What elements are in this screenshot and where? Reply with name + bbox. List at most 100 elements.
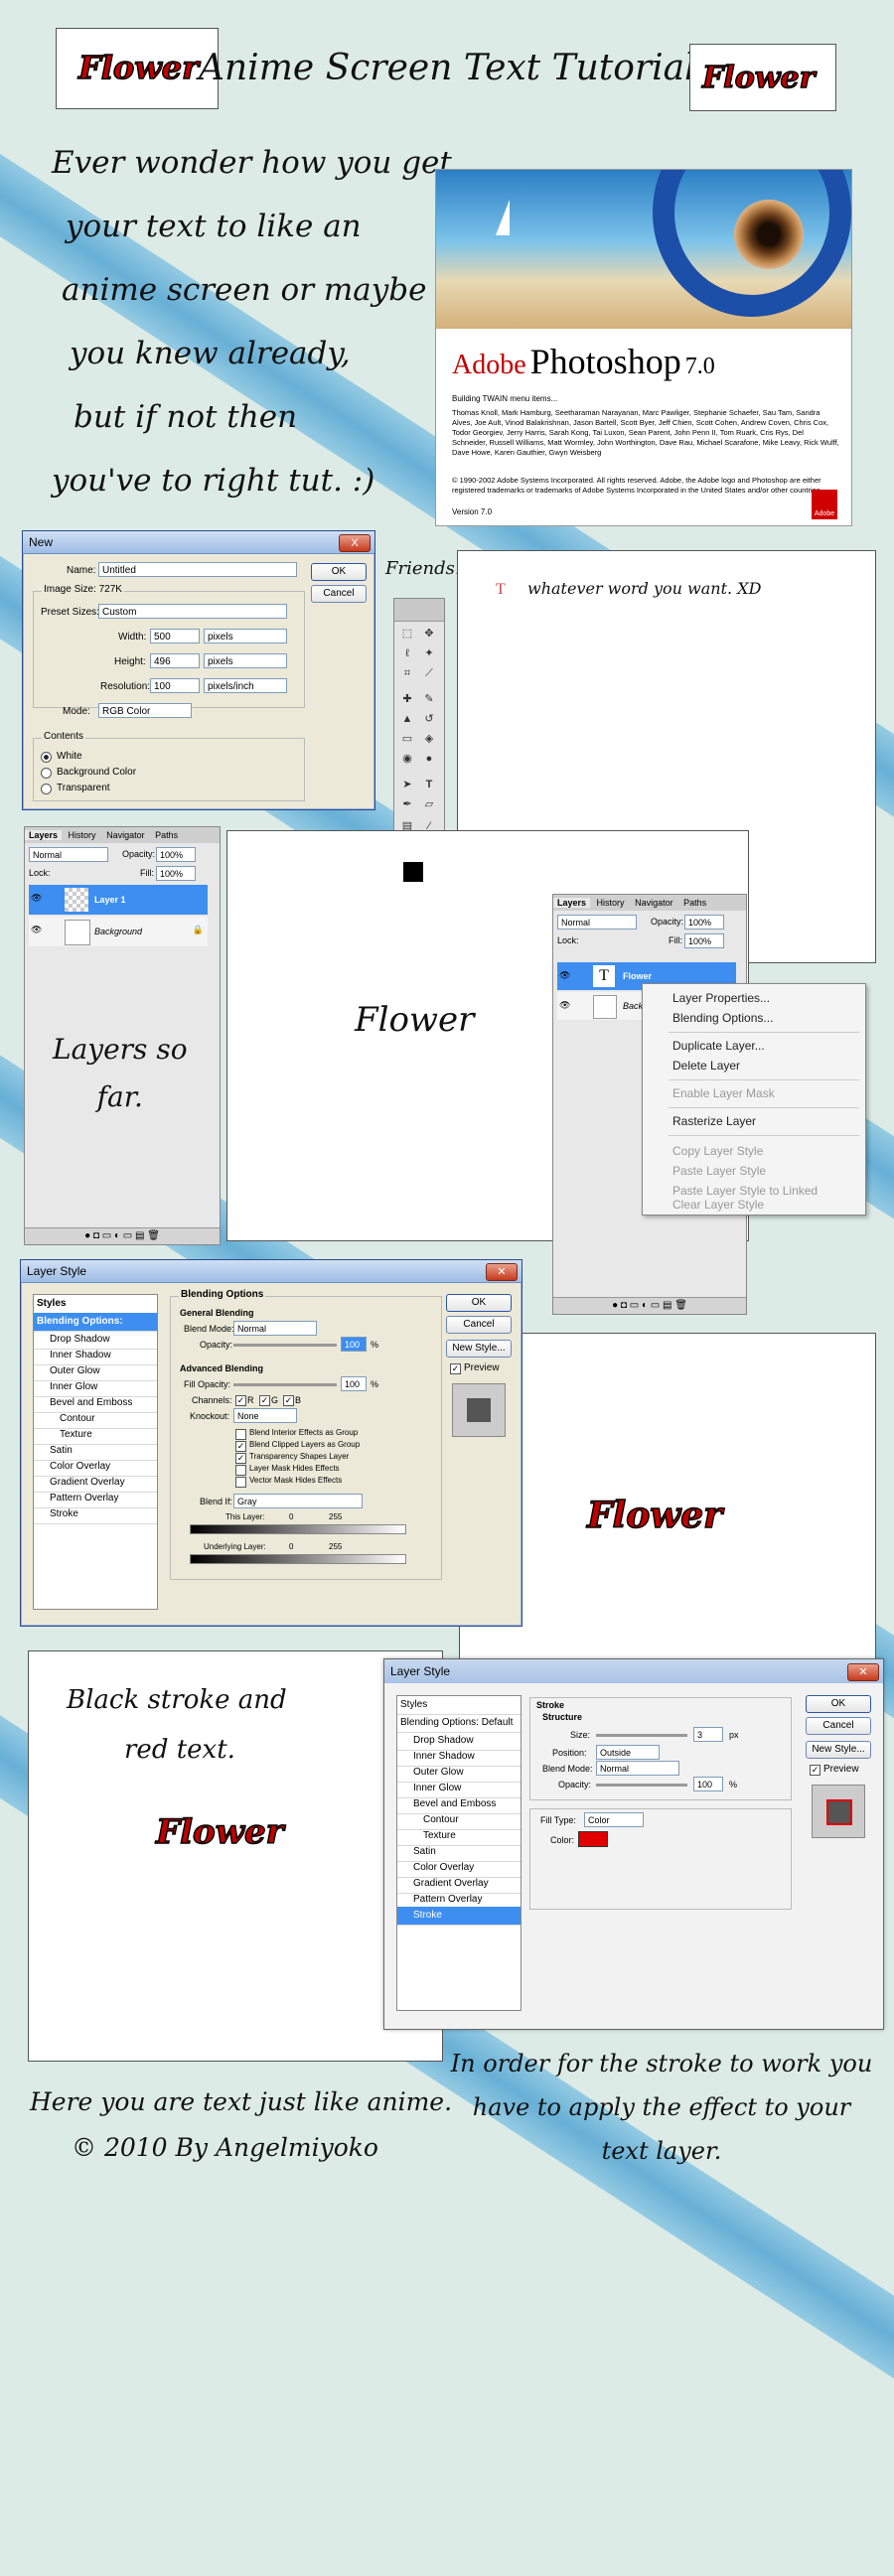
- this-layer-gradient[interactable]: [190, 1524, 406, 1534]
- layer-row[interactable]: 👁 Background 🔒: [29, 917, 208, 946]
- opacity-field[interactable]: 100: [341, 1337, 367, 1352]
- stamp-tool-icon[interactable]: ▲: [400, 712, 414, 726]
- layer-row-selected[interactable]: 👁 Layer 1: [29, 885, 208, 915]
- channel-g-checkbox[interactable]: ✓: [259, 1395, 270, 1406]
- blend-mode-select[interactable]: Normal: [29, 847, 108, 862]
- fill-opacity-field[interactable]: 100: [341, 1376, 367, 1391]
- opacity-slider[interactable]: [233, 1344, 337, 1347]
- radio-background[interactable]: [41, 768, 52, 779]
- eye-icon[interactable]: 👁: [559, 970, 570, 981]
- eraser-tool-icon[interactable]: ▭: [400, 732, 414, 746]
- fill-opacity-slider[interactable]: [233, 1383, 337, 1386]
- menu-blending-options[interactable]: Blending Options...: [643, 1008, 865, 1028]
- brush-tool-icon[interactable]: ✎: [422, 692, 436, 706]
- size-slider[interactable]: [596, 1734, 687, 1737]
- menu-duplicate-layer[interactable]: Duplicate Layer...: [643, 1036, 865, 1056]
- opacity-field[interactable]: 100%: [156, 847, 196, 862]
- new-style-button[interactable]: New Style...: [806, 1741, 871, 1759]
- mode-select[interactable]: RGB Color: [98, 703, 192, 718]
- cancel-button[interactable]: Cancel: [446, 1316, 512, 1334]
- move-tool-icon[interactable]: ✥: [422, 627, 436, 641]
- layer-mask-hides-checkbox[interactable]: [235, 1465, 246, 1476]
- tab-layers[interactable]: Layers: [553, 898, 591, 908]
- ok-button[interactable]: OK: [446, 1294, 512, 1312]
- stroke-note-flower: Flower: [155, 1811, 284, 1853]
- blend-if-select[interactable]: Gray: [233, 1494, 363, 1508]
- preset-select[interactable]: Custom: [98, 604, 287, 619]
- blend-clipped-checkbox[interactable]: ✓: [235, 1441, 246, 1452]
- magic-wand-icon[interactable]: ✦: [422, 646, 436, 660]
- tab-history[interactable]: History: [593, 898, 629, 908]
- foreground-color-swatch[interactable]: [402, 861, 424, 883]
- position-select[interactable]: Outside: [596, 1745, 660, 1760]
- marquee-tool-icon[interactable]: ⬚: [400, 627, 414, 641]
- vector-mask-hides-checkbox[interactable]: [235, 1477, 246, 1488]
- stroke-opacity-slider[interactable]: [596, 1784, 687, 1787]
- ok-button[interactable]: OK: [806, 1695, 871, 1713]
- size-field[interactable]: 3: [693, 1727, 723, 1742]
- preview-checkbox[interactable]: ✓: [450, 1363, 461, 1374]
- height-unit-select[interactable]: pixels: [204, 653, 287, 668]
- dodge-tool-icon[interactable]: ●: [422, 752, 436, 766]
- history-brush-icon[interactable]: ↺: [422, 712, 436, 726]
- shape-tool-icon[interactable]: ▱: [422, 797, 436, 811]
- transparency-shapes-checkbox[interactable]: ✓: [235, 1453, 246, 1464]
- path-select-icon[interactable]: ➤: [400, 778, 414, 791]
- tab-history[interactable]: History: [65, 830, 100, 840]
- blend-mode-select[interactable]: Normal: [557, 915, 637, 930]
- stroke-color-swatch[interactable]: [578, 1831, 608, 1847]
- fill-field[interactable]: 100%: [684, 933, 724, 948]
- resolution-field[interactable]: 100: [150, 678, 200, 693]
- close-button[interactable]: ✕: [847, 1663, 879, 1681]
- style-blending-options[interactable]: Blending Options: Default: [34, 1313, 157, 1345]
- menu-delete-layer[interactable]: Delete Layer: [643, 1056, 865, 1075]
- cancel-button[interactable]: Cancel: [806, 1717, 871, 1735]
- eye-icon[interactable]: 👁: [559, 1000, 570, 1011]
- style-blending-options[interactable]: Blending Options: Default: [397, 1714, 521, 1733]
- channel-b-checkbox[interactable]: ✓: [283, 1395, 294, 1406]
- menu-layer-properties[interactable]: Layer Properties...: [643, 988, 865, 1008]
- blend-interior-checkbox[interactable]: [235, 1429, 246, 1440]
- channel-r-checkbox[interactable]: ✓: [235, 1395, 246, 1406]
- blend-mode-select[interactable]: Normal: [233, 1321, 317, 1336]
- ok-button[interactable]: OK: [311, 563, 367, 581]
- crop-tool-icon[interactable]: ⌗: [400, 666, 414, 680]
- preview-checkbox[interactable]: ✓: [810, 1765, 820, 1776]
- close-button[interactable]: X: [339, 534, 371, 552]
- cancel-button[interactable]: Cancel: [311, 585, 367, 603]
- fill-field[interactable]: 100%: [156, 866, 196, 881]
- tab-navigator[interactable]: Navigator: [631, 898, 677, 908]
- eye-icon[interactable]: 👁: [31, 925, 42, 935]
- resolution-unit-select[interactable]: pixels/inch: [204, 678, 287, 693]
- tab-layers[interactable]: Layers: [25, 830, 63, 840]
- knockout-select[interactable]: None: [233, 1408, 297, 1423]
- slice-tool-icon[interactable]: ⟋: [422, 666, 436, 680]
- width-field[interactable]: 500: [150, 629, 200, 644]
- style-stroke[interactable]: Stroke: [34, 1505, 157, 1524]
- fill-type-select[interactable]: Color: [584, 1812, 644, 1827]
- tab-paths[interactable]: Paths: [151, 830, 182, 840]
- blur-tool-icon[interactable]: ◉: [400, 752, 414, 766]
- healing-tool-icon[interactable]: ✚: [400, 692, 414, 706]
- stroke-blend-select[interactable]: Normal: [596, 1761, 679, 1776]
- radio-white[interactable]: [41, 752, 52, 763]
- opacity-field[interactable]: 100%: [684, 915, 724, 930]
- type-tool-icon[interactable]: T: [422, 778, 436, 791]
- pen-tool-icon[interactable]: ✒: [400, 797, 414, 811]
- underlying-gradient[interactable]: [190, 1554, 406, 1564]
- name-field[interactable]: Untitled: [98, 562, 297, 577]
- bucket-tool-icon[interactable]: ◈: [422, 732, 436, 746]
- toolbox-header-icon: [394, 599, 444, 622]
- eye-icon[interactable]: 👁: [31, 893, 42, 904]
- width-unit-select[interactable]: pixels: [204, 629, 287, 644]
- tab-paths[interactable]: Paths: [679, 898, 710, 908]
- lasso-tool-icon[interactable]: ℓ: [400, 646, 414, 660]
- style-stroke-selected[interactable]: Stroke: [397, 1907, 521, 1926]
- tab-navigator[interactable]: Navigator: [102, 830, 149, 840]
- close-button[interactable]: ✕: [486, 1263, 518, 1281]
- height-field[interactable]: 496: [150, 653, 200, 668]
- radio-transparent[interactable]: [41, 784, 52, 794]
- stroke-opacity-field[interactable]: 100: [693, 1777, 723, 1791]
- menu-rasterize-layer[interactable]: Rasterize Layer: [643, 1111, 865, 1131]
- new-style-button[interactable]: New Style...: [446, 1340, 512, 1358]
